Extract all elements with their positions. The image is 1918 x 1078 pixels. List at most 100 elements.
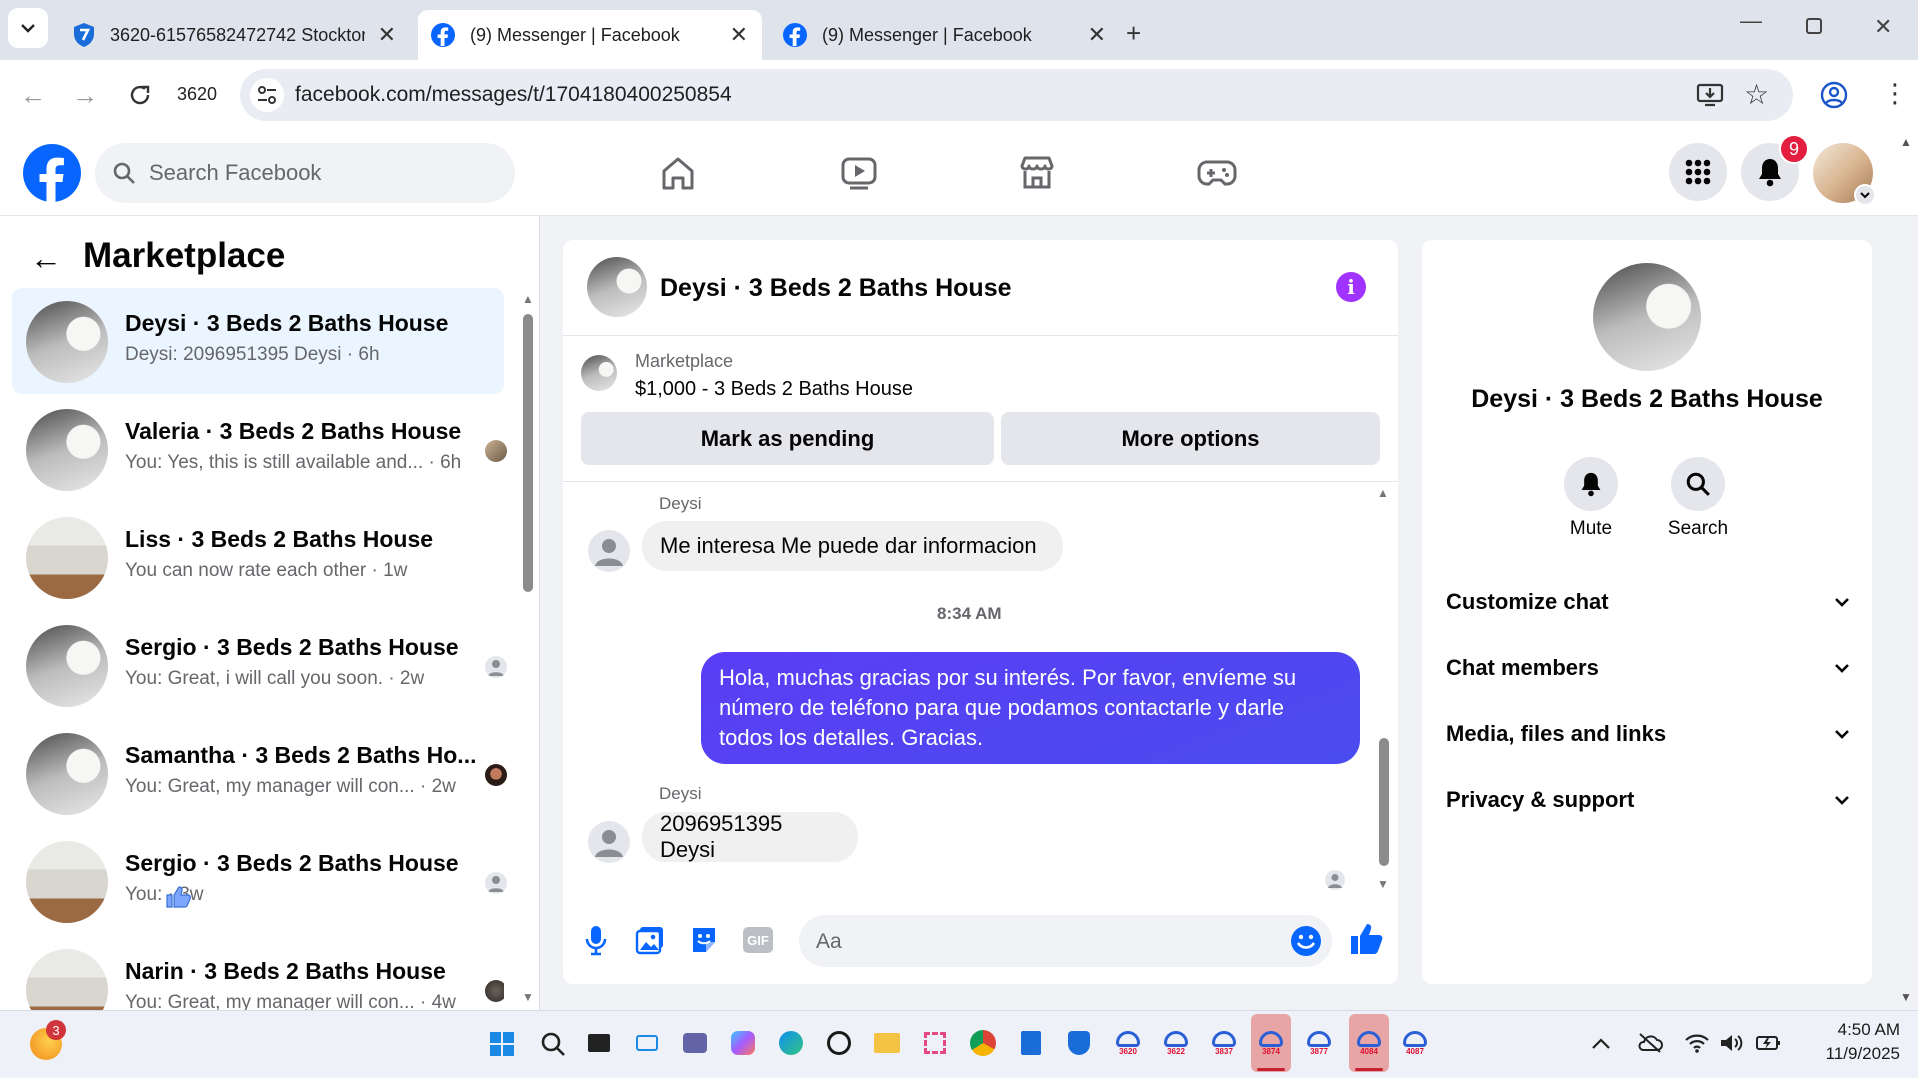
url-text[interactable]: facebook.com/messages/t/1704180400250854 (295, 83, 732, 107)
mark-as-pending-button[interactable]: Mark as pending (581, 412, 994, 465)
mute-button[interactable] (1564, 457, 1618, 511)
listing-title[interactable]: $1,000 - 3 Beds 2 Baths House (635, 378, 913, 401)
wifi-icon[interactable] (1684, 1032, 1710, 1054)
snipping-tool-icon[interactable] (920, 1028, 950, 1058)
conversation-item[interactable]: Sergio · 3 Beds 2 Baths House You: Great… (12, 612, 507, 718)
show-hidden-icons-icon[interactable] (1591, 1036, 1611, 1050)
conversation-item[interactable]: Narin · 3 Beds 2 Baths House You: Great,… (12, 936, 504, 1010)
conversation-item[interactable]: Samantha · 3 Beds 2 Baths Ho... You: Gre… (12, 720, 507, 826)
browser-profile-app[interactable]: 3620 (1113, 1028, 1143, 1058)
scroll-up-arrow[interactable]: ▲ (1377, 486, 1389, 500)
section-label: Privacy & support (1446, 787, 1635, 812)
minimize-button[interactable]: — (1740, 8, 1762, 34)
app-label: 3837 (1215, 1046, 1233, 1056)
site-info-icon[interactable] (250, 78, 284, 112)
copilot-icon[interactable] (728, 1028, 758, 1058)
emoji-icon[interactable] (1290, 925, 1322, 957)
account-icon[interactable] (1820, 81, 1848, 109)
browser-profile-app[interactable]: 3877 (1304, 1028, 1334, 1058)
browser-menu-icon[interactable]: ⋮ (1882, 80, 1908, 106)
task-view-icon[interactable] (584, 1028, 614, 1058)
windows-start-icon[interactable] (489, 1031, 515, 1057)
notepad-icon[interactable] (1016, 1028, 1046, 1058)
facebook-home-logo-icon[interactable] (22, 143, 82, 203)
conversation-name: Narin · 3 Beds 2 Baths House (125, 958, 446, 984)
info-icon[interactable]: i (1336, 272, 1366, 302)
profile-label[interactable]: 3620 (177, 84, 217, 105)
incoming-message[interactable]: Me interesa Me puede dar informacion (642, 521, 1063, 571)
sticker-icon[interactable] (689, 925, 719, 955)
marketplace-icon[interactable] (1018, 154, 1056, 192)
battery-charging-icon[interactable] (1755, 1032, 1783, 1054)
close-tab-icon[interactable]: ✕ (378, 22, 396, 48)
scroll-down-arrow[interactable]: ▼ (522, 990, 534, 1004)
conversation-item[interactable]: Liss · 3 Beds 2 Baths House You can now … (12, 504, 504, 610)
read-receipt-avatar (485, 656, 507, 678)
browser-profile-app[interactable]: 4084 (1354, 1028, 1384, 1058)
widgets-icon[interactable] (632, 1028, 662, 1058)
back-arrow-icon[interactable]: ← (30, 240, 62, 277)
info-name: Deysi · 3 Beds 2 Baths House (1471, 385, 1823, 413)
chat-header-avatar[interactable] (587, 257, 647, 317)
taskbar-search-icon[interactable] (540, 1031, 566, 1057)
media-files-links-section[interactable]: Media, files and links (1446, 714, 1850, 754)
browser-profile-app[interactable]: 3622 (1161, 1028, 1191, 1058)
new-tab-button[interactable]: + (1126, 18, 1141, 49)
chrome-icon[interactable] (968, 1028, 998, 1058)
search-in-chat-button[interactable] (1671, 457, 1725, 511)
close-tab-icon[interactable]: ✕ (730, 22, 748, 48)
tab-stockton[interactable]: 3620-61576582472742 Stockton ✕ (60, 10, 410, 60)
thumbs-up-send-icon[interactable] (1349, 922, 1383, 956)
conversation-item[interactable]: Valeria · 3 Beds 2 Baths House You: Yes,… (12, 396, 507, 502)
browser-profile-app[interactable]: 3837 (1209, 1028, 1239, 1058)
conversation-item[interactable]: Deysi · 3 Beds 2 Baths House Deysi: 2096… (12, 288, 504, 394)
notification-count-badge: 9 (1779, 134, 1809, 164)
teams-icon[interactable] (680, 1028, 710, 1058)
video-icon[interactable] (840, 154, 878, 192)
close-window-button[interactable]: ✕ (1874, 14, 1892, 40)
chat-scrollbar-thumb[interactable] (1379, 738, 1389, 866)
whatsapp-icon[interactable] (824, 1028, 854, 1058)
sidebar-scrollbar-thumb[interactable] (523, 314, 533, 592)
volume-icon[interactable] (1718, 1032, 1744, 1054)
privacy-support-section[interactable]: Privacy & support (1446, 780, 1850, 820)
photo-icon[interactable] (635, 925, 665, 955)
message-input[interactable] (799, 915, 1332, 967)
chat-title[interactable]: Deysi · 3 Beds 2 Baths House (660, 274, 1012, 303)
back-button[interactable]: ← (20, 80, 46, 111)
outgoing-message[interactable]: Hola, muchas gracias por su interés. Por… (701, 652, 1360, 764)
gif-icon[interactable]: GIF (743, 927, 773, 953)
tab-messenger-active[interactable]: (9) Messenger | Facebook ✕ (418, 10, 762, 60)
info-avatar[interactable] (1593, 263, 1701, 371)
reload-icon[interactable] (128, 83, 152, 107)
tab-search-button[interactable] (8, 8, 48, 48)
file-explorer-icon[interactable] (872, 1028, 902, 1058)
microphone-icon[interactable] (585, 924, 607, 956)
chat-members-section[interactable]: Chat members (1446, 648, 1850, 688)
scroll-up-arrow[interactable]: ▲ (522, 292, 534, 306)
incoming-message[interactable]: 2096951395 Deysi (642, 811, 858, 862)
taskbar-time[interactable]: 4:50 AM (1800, 1020, 1900, 1040)
install-app-icon[interactable] (1696, 82, 1724, 108)
account-menu-chevron[interactable] (1854, 184, 1876, 206)
onedrive-off-icon[interactable] (1637, 1032, 1663, 1054)
bookmark-star-icon[interactable]: ☆ (1744, 78, 1769, 111)
conversation-item[interactable]: Sergio · 3 Beds 2 Baths House You: · 3w (12, 828, 507, 934)
page-scroll-down-arrow[interactable]: ▼ (1900, 990, 1912, 1004)
taskbar-date[interactable]: 11/9/2025 (1800, 1044, 1900, 1064)
tab-messenger[interactable]: (9) Messenger | Facebook ✕ (770, 10, 1120, 60)
customize-chat-section[interactable]: Customize chat (1446, 582, 1850, 622)
menu-button[interactable] (1669, 143, 1727, 201)
home-icon[interactable] (659, 154, 697, 192)
browser-profile-app[interactable]: 4087 (1400, 1028, 1430, 1058)
more-options-button[interactable]: More options (1001, 412, 1380, 465)
close-tab-icon[interactable]: ✕ (1088, 22, 1106, 48)
browser-profile-app[interactable]: 3874 (1256, 1028, 1286, 1058)
scroll-down-arrow[interactable]: ▼ (1377, 877, 1389, 891)
page-scroll-up-arrow[interactable]: ▲ (1900, 135, 1912, 149)
edge-icon[interactable] (776, 1028, 806, 1058)
forward-button[interactable]: → (72, 80, 98, 111)
vpn-shield-icon[interactable] (1064, 1028, 1094, 1058)
gaming-icon[interactable] (1197, 154, 1237, 192)
restore-button[interactable] (1806, 18, 1822, 34)
